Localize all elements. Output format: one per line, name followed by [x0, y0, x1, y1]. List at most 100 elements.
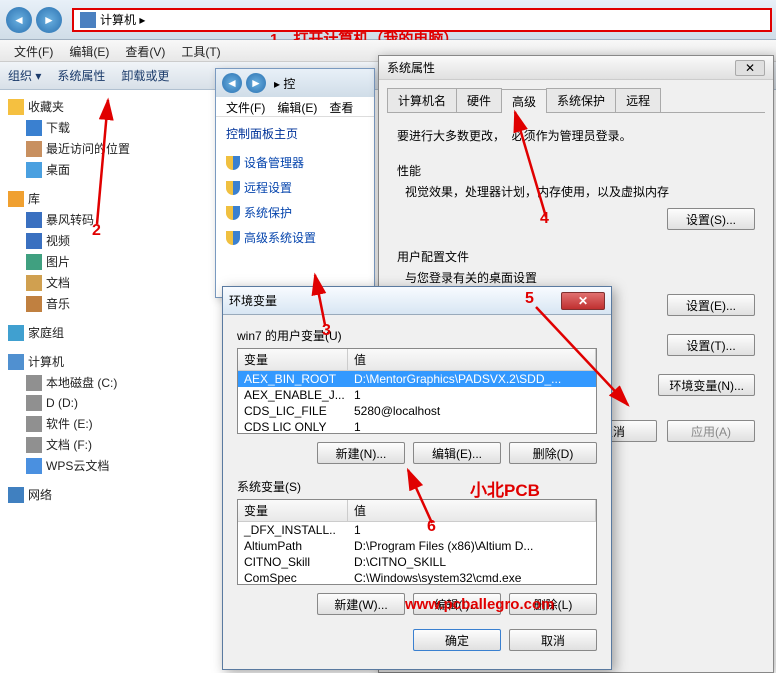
env-vars-dialog: 环境变量 ✕ win7 的用户变量(U) 变量值 AEX_BIN_ROOTD:\… — [222, 286, 612, 670]
perf-desc: 视觉效果，处理器计划，内存使用，以及虚拟内存 — [405, 183, 755, 200]
tab-remote[interactable]: 远程 — [615, 88, 661, 112]
sidebar-network[interactable]: 网络 — [8, 484, 200, 505]
user-new-button[interactable]: 新建(N)... — [317, 442, 405, 464]
sys-vars-list[interactable]: 变量值 _DFX_INSTALL..1AltiumPathD:\Program … — [237, 499, 597, 585]
cp-protect[interactable]: 系统保护 — [226, 200, 364, 225]
video-icon — [26, 212, 42, 228]
computer-icon — [80, 12, 96, 28]
sidebar-wps[interactable]: WPS云文档 — [8, 455, 200, 476]
shield-icon — [226, 206, 240, 220]
sidebar-recent[interactable]: 最近访问的位置 — [8, 138, 200, 159]
disk-icon — [26, 395, 42, 411]
env-vars-button[interactable]: 环境变量(N)... — [658, 374, 755, 396]
wps-icon — [26, 458, 42, 474]
nav-fwd[interactable]: ► — [36, 7, 62, 33]
picture-icon — [26, 254, 42, 270]
tab-advanced[interactable]: 高级 — [501, 89, 547, 113]
sidebar-documents[interactable]: 文档 — [8, 272, 200, 293]
env-row[interactable]: ComSpecC:\Windows\system32\cmd.exe — [238, 570, 596, 585]
user-delete-button[interactable]: 删除(D) — [509, 442, 597, 464]
computer-icon — [8, 354, 24, 370]
tool-uninstall[interactable]: 卸载或更 — [121, 67, 169, 84]
nav-back[interactable]: ◄ — [6, 7, 32, 33]
video-icon — [26, 233, 42, 249]
cp-advanced[interactable]: 高级系统设置 — [226, 225, 364, 250]
cp-home-title: 控制面板主页 — [226, 125, 364, 142]
sidebar-disk-c[interactable]: 本地磁盘 (C:) — [8, 372, 200, 393]
menu-tools[interactable]: 工具(T) — [173, 40, 228, 61]
env-ok-button[interactable]: 确定 — [413, 629, 501, 651]
shield-icon — [226, 156, 240, 170]
env-close-button[interactable]: ✕ — [561, 292, 605, 310]
library-icon — [8, 191, 24, 207]
star-icon — [8, 99, 24, 115]
sys-edit-button[interactable]: 编辑(I)... — [413, 593, 501, 615]
tab-computername[interactable]: 计算机名 — [387, 88, 457, 112]
menu-edit[interactable]: 编辑(E) — [61, 40, 117, 61]
sidebar-homegroup[interactable]: 家庭组 — [8, 322, 200, 343]
sidebar-computer[interactable]: 计算机 — [8, 351, 200, 372]
sidebar-disk-f[interactable]: 文档 (F:) — [8, 434, 200, 455]
apply-button[interactable]: 应用(A) — [667, 420, 755, 442]
tab-hardware[interactable]: 硬件 — [456, 88, 502, 112]
profile-header: 用户配置文件 — [397, 248, 755, 265]
cp-remote[interactable]: 远程设置 — [226, 175, 364, 200]
disk-icon — [26, 437, 42, 453]
sys-delete-button[interactable]: 删除(L) — [509, 593, 597, 615]
download-icon — [26, 120, 42, 136]
sidebar-disk-d[interactable]: D (D:) — [8, 393, 200, 413]
sys-new-button[interactable]: 新建(W)... — [317, 593, 405, 615]
env-row[interactable]: _DFX_INSTALL..1 — [238, 522, 596, 538]
menu-file[interactable]: 文件(F) — [6, 40, 61, 61]
cp-menu-file[interactable]: 文件(F) — [220, 97, 271, 116]
sidebar-baofeng[interactable]: 暴风转码 — [8, 209, 200, 230]
cp-nav-back[interactable]: ◄ — [222, 73, 242, 93]
startup-settings-button[interactable]: 设置(T)... — [667, 334, 755, 356]
sidebar-video[interactable]: 视频 — [8, 230, 200, 251]
env-cancel-button[interactable]: 取消 — [509, 629, 597, 651]
disk-icon — [26, 416, 42, 432]
sysprops-tabs: 计算机名 硬件 高级 系统保护 远程 — [387, 88, 765, 113]
sidebar-disk-e[interactable]: 软件 (E:) — [8, 413, 200, 434]
env-row[interactable]: CDS_LIC_FILE5280@localhost — [238, 403, 596, 419]
user-vars-label: win7 的用户变量(U) — [237, 327, 597, 344]
env-row[interactable]: AEX_ENABLE_J...1 — [238, 387, 596, 403]
disk-icon — [26, 375, 42, 391]
menu-view[interactable]: 查看(V) — [117, 40, 173, 61]
sys-vars-label: 系统变量(S) — [237, 478, 597, 495]
sidebar-pictures[interactable]: 图片 — [8, 251, 200, 272]
sidebar-favorites[interactable]: 收藏夹 — [8, 96, 200, 117]
tab-protection[interactable]: 系统保护 — [546, 88, 616, 112]
user-vars-list[interactable]: 变量值 AEX_BIN_ROOTD:\MentorGraphics\PADSVX… — [237, 348, 597, 434]
perf-settings-button[interactable]: 设置(S)... — [667, 208, 755, 230]
env-row[interactable]: AEX_BIN_ROOTD:\MentorGraphics\PADSVX.2\S… — [238, 371, 596, 387]
control-panel-window: ◄ ► ▸ 控 文件(F) 编辑(E) 查看 控制面板主页 设备管理器 远程设置… — [215, 68, 375, 298]
env-row[interactable]: CITNO_SkillD:\CITNO_SKILL — [238, 554, 596, 570]
cp-nav-fwd[interactable]: ► — [246, 73, 266, 93]
cp-devmgr[interactable]: 设备管理器 — [226, 150, 364, 175]
env-row[interactable]: AltiumPathD:\Program Files (x86)\Altium … — [238, 538, 596, 554]
cp-addr: ▸ 控 — [274, 75, 295, 92]
profile-desc: 与您登录有关的桌面设置 — [405, 269, 755, 286]
profile-settings-button[interactable]: 设置(E)... — [667, 294, 755, 316]
desktop-icon — [26, 162, 42, 178]
address-text: 计算机 ▸ — [100, 11, 145, 28]
recent-icon — [26, 141, 42, 157]
user-edit-button[interactable]: 编辑(E)... — [413, 442, 501, 464]
sidebar: 收藏夹 下载 最近访问的位置 桌面 库 暴风转码 视频 图片 文档 音乐 家庭组… — [0, 90, 200, 670]
perf-header: 性能 — [397, 162, 755, 179]
tool-sysprops[interactable]: 系统属性 — [57, 67, 105, 84]
close-button[interactable]: ✕ — [735, 60, 765, 76]
tool-organize[interactable]: 组织 ▾ — [8, 67, 41, 84]
music-icon — [26, 296, 42, 312]
sidebar-desktop[interactable]: 桌面 — [8, 159, 200, 180]
env-row[interactable]: CDS LIC ONLY1 — [238, 419, 596, 434]
shield-icon — [226, 231, 240, 245]
cp-menu-edit[interactable]: 编辑(E) — [271, 97, 323, 116]
sysprops-title: 系统属性 — [387, 59, 435, 76]
document-icon — [26, 275, 42, 291]
sidebar-downloads[interactable]: 下载 — [8, 117, 200, 138]
sidebar-music[interactable]: 音乐 — [8, 293, 200, 314]
cp-menu-view[interactable]: 查看 — [323, 97, 359, 116]
sidebar-libraries[interactable]: 库 — [8, 188, 200, 209]
